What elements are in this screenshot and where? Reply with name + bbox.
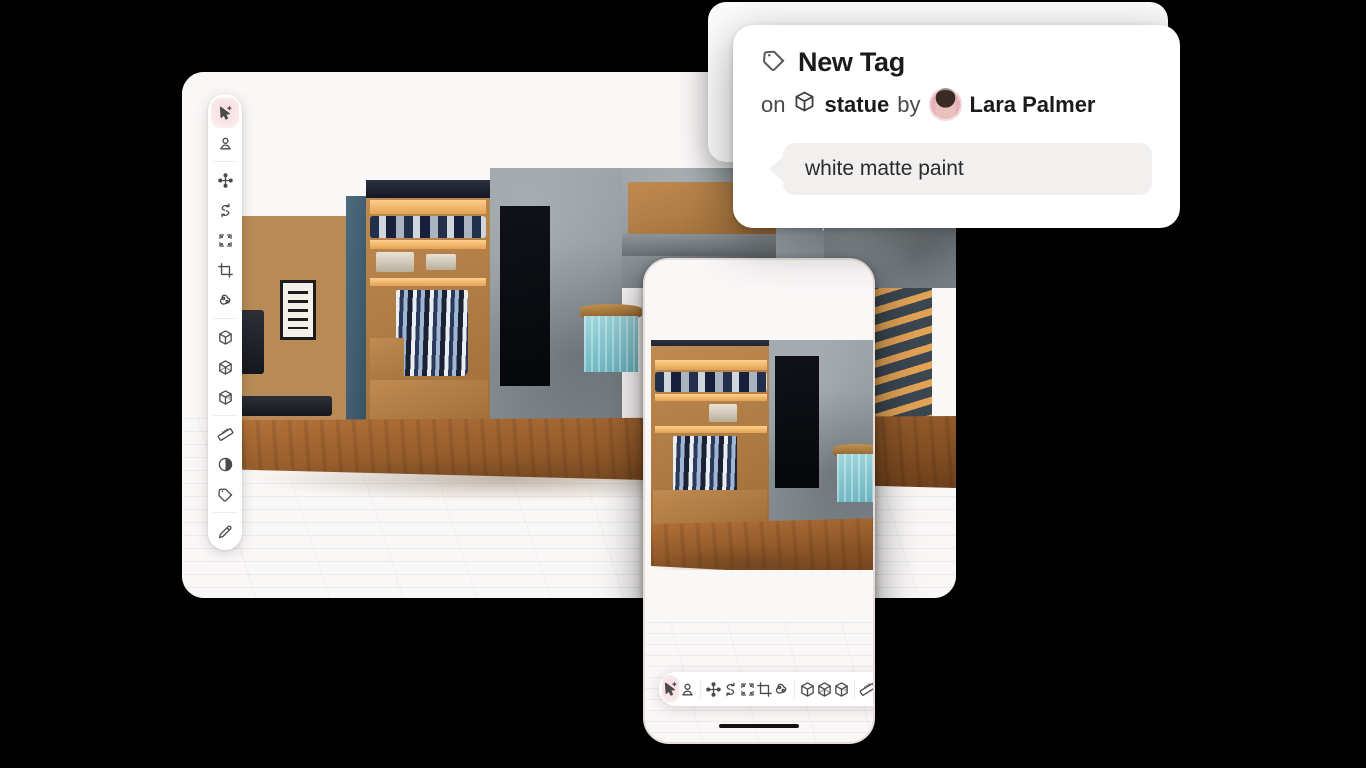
scene-shelf-lit-3 [370, 278, 486, 286]
scene-m-shelf-lit-3 [655, 426, 767, 433]
cube-shaded-icon [217, 389, 234, 406]
ruler-icon [217, 426, 234, 443]
cube-solid-icon [799, 681, 816, 698]
tool-button-select[interactable] [662, 675, 679, 703]
toolbar-separator [794, 679, 795, 699]
crop-icon [756, 681, 773, 698]
cube-shaded-icon [833, 681, 850, 698]
tag-icon [217, 486, 234, 503]
cube-solid-icon [217, 329, 234, 346]
scene-shelf-top-dark [366, 180, 490, 198]
scene-cap-row [370, 216, 486, 238]
tool-button-box-wire[interactable] [816, 675, 833, 703]
tool-button-box-solid[interactable] [211, 322, 239, 352]
tool-button-pencil[interactable] [211, 516, 239, 546]
person-pin-icon [217, 135, 234, 152]
tool-button-rotate[interactable] [211, 195, 239, 225]
scene-shelf-lit-2 [370, 240, 486, 249]
tool-button-box-shaded[interactable] [833, 675, 850, 703]
scene-m-counter-teal [837, 454, 873, 502]
tool-button-scale[interactable] [211, 225, 239, 255]
toolbar-separator [213, 512, 237, 513]
scene-m-shelf-lit-1 [655, 360, 767, 370]
tool-button-contrast[interactable] [211, 449, 239, 479]
avatar [928, 88, 962, 121]
sculpt-icon [773, 681, 790, 698]
tool-button-tag[interactable] [211, 479, 239, 509]
scene-m-doorway [775, 356, 819, 488]
tool-button-sculpt[interactable] [211, 285, 239, 315]
cube-icon [793, 90, 816, 119]
toolbar-separator [854, 679, 855, 699]
scene-doorway [500, 206, 550, 386]
tool-button-crop[interactable] [211, 255, 239, 285]
move-icon [705, 681, 722, 698]
scene-counter-teal [584, 316, 638, 372]
scene-m-shelf-lit-2 [655, 394, 767, 401]
contrast-icon [217, 456, 234, 473]
scale-icon [217, 232, 234, 249]
toolbar-separator [213, 318, 237, 319]
cursor-select-icon [217, 105, 234, 122]
tool-button-measure[interactable] [211, 419, 239, 449]
by-label: by [897, 91, 921, 117]
tag-input[interactable] [783, 143, 1152, 195]
viewport-3d-mobile[interactable] [645, 260, 873, 742]
tool-button-move[interactable] [211, 165, 239, 195]
ruler-icon [859, 681, 873, 698]
tool-button-rotate[interactable] [722, 675, 739, 703]
rotate-icon [722, 681, 739, 698]
scene-goods-a [376, 252, 414, 272]
screenshot-stage: New Tag on statue by Lara Palmer [0, 0, 1366, 768]
tool-button-measure[interactable] [859, 675, 873, 703]
cube-wire-icon [217, 359, 234, 376]
tool-button-scale[interactable] [739, 675, 756, 703]
toolbar-horizontal-mobile[interactable] [659, 672, 873, 706]
tool-button-box-solid[interactable] [799, 675, 816, 703]
toolbar-separator [700, 679, 701, 699]
scene-framed-art [280, 280, 316, 340]
tool-button-annotate[interactable] [679, 675, 696, 703]
cursor-select-icon [662, 681, 679, 698]
popover-header: New Tag [761, 47, 1152, 78]
toolbar-separator [213, 415, 237, 416]
tool-button-move[interactable] [705, 675, 722, 703]
sculpt-icon [217, 292, 234, 309]
tag-target-label: statue [824, 91, 890, 117]
scene-shelf-lit-1 [370, 200, 486, 214]
tool-button-box-wire[interactable] [211, 352, 239, 382]
scene-m-floor-shadow [651, 546, 841, 570]
scene-goods-b [426, 254, 456, 270]
toolbar-separator [213, 161, 237, 162]
person-pin-icon [679, 681, 696, 698]
tag-input-container [769, 143, 1152, 195]
pencil-icon [217, 523, 234, 540]
scene-3d-model-mobile[interactable] [651, 340, 873, 570]
home-indicator [719, 724, 799, 728]
scene-m-cap-row [655, 372, 767, 392]
scale-icon [739, 681, 756, 698]
cube-wire-icon [816, 681, 833, 698]
rotate-icon [217, 202, 234, 219]
tool-button-annotate[interactable] [211, 128, 239, 158]
tool-button-sculpt[interactable] [773, 675, 790, 703]
crop-icon [217, 262, 234, 279]
move-icon [217, 172, 234, 189]
scene-bench [228, 396, 332, 416]
toolbar-vertical[interactable] [208, 94, 242, 550]
tag-icon [761, 47, 787, 78]
new-tag-popover: New Tag on statue by Lara Palmer [733, 25, 1180, 228]
scene-clothes-rack [396, 290, 468, 376]
mobile-viewer-window [643, 258, 875, 744]
tag-author-label: Lara Palmer [969, 91, 1096, 117]
tool-button-select[interactable] [211, 98, 239, 128]
popover-subtitle: on statue by Lara Palmer [761, 88, 1152, 121]
tool-button-box-shaded[interactable] [211, 382, 239, 412]
popover-title: New Tag [798, 47, 905, 77]
tool-button-crop[interactable] [756, 675, 773, 703]
on-label: on [761, 91, 786, 117]
scene-m-goods [709, 404, 737, 422]
